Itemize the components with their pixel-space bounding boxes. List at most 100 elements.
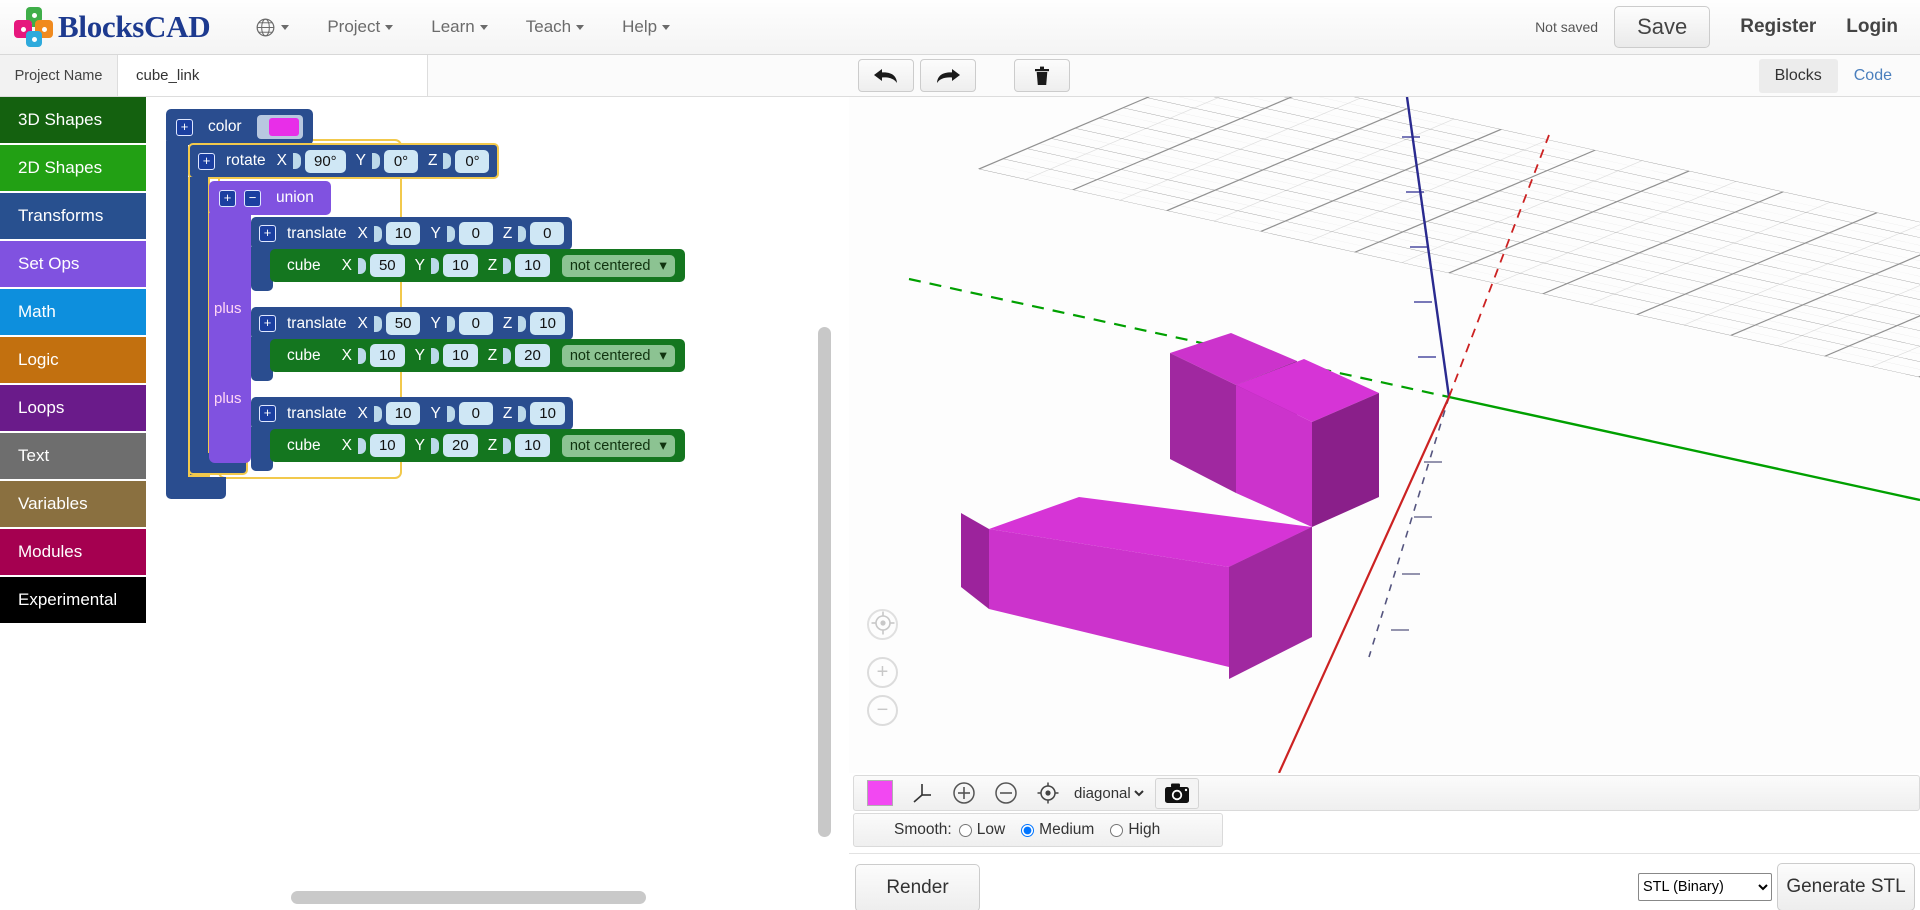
cube-3-centered-dropdown[interactable]: not centered ▾ <box>561 434 675 457</box>
sidebar-item-modules[interactable]: Modules <box>0 529 146 577</box>
workspace-horizontal-scrollbar[interactable] <box>291 891 646 904</box>
expand-plus-button[interactable]: + <box>259 315 276 332</box>
block-rotate[interactable]: + rotate X 90° Y 0° Z 0° <box>188 143 500 179</box>
block-cube-2[interactable]: cube X 10 Y 10 Z 20 not centered ▾ <box>270 339 685 372</box>
translate-3-z-field[interactable]: 10 <box>530 402 565 425</box>
smooth-option-medium[interactable]: Medium <box>1021 821 1094 839</box>
zoom-in-button[interactable]: + <box>867 657 898 688</box>
blockly-workspace[interactable]: + color + rotate X 90° Y 0° Z 0° + − uni… <box>146 97 849 910</box>
zoom-in-icon <box>953 782 975 804</box>
redo-arrow-icon <box>937 68 960 83</box>
cube-1-y-field[interactable]: 10 <box>443 254 478 277</box>
recenter-button[interactable] <box>867 609 898 640</box>
brand-logo[interactable]: BlocksCAD <box>0 7 211 47</box>
block-union-body <box>209 213 251 463</box>
zoom-out-toolbar-button[interactable] <box>986 778 1026 809</box>
sidebar-item-variables[interactable]: Variables <box>0 481 146 529</box>
undo-button[interactable] <box>858 59 914 92</box>
block-translate-3[interactable]: + translate X 10 Y 0 Z 10 <box>251 397 573 430</box>
login-link[interactable]: Login <box>1846 16 1898 38</box>
expand-plus-button[interactable]: + <box>259 405 276 422</box>
toggle-axes-button[interactable] <box>902 778 942 809</box>
redo-button[interactable] <box>920 59 976 92</box>
zoom-out-button[interactable]: − <box>867 695 898 726</box>
smooth-radio-low[interactable] <box>958 823 972 837</box>
block-cube-1[interactable]: cube X 50 Y 10 Z 10 not centered ▾ <box>270 249 685 282</box>
nav-item-teach[interactable]: Teach <box>507 0 603 54</box>
save-button[interactable]: Save <box>1614 6 1711 48</box>
value-socket <box>503 347 512 364</box>
expand-plus-button[interactable]: + <box>176 118 193 136</box>
nav-item-project[interactable]: Project <box>308 0 412 54</box>
object-color-button[interactable] <box>860 778 900 809</box>
expand-plus-button[interactable]: + <box>259 225 276 242</box>
export-format-select[interactable]: STL (Binary)STL (ASCII)OBJAMFX3D <box>1638 873 1772 901</box>
view-angle-select[interactable]: diagonalfrontbackleftrighttopbottom <box>1070 783 1147 803</box>
camera-snapshot-icon <box>1165 783 1189 803</box>
render-button[interactable]: Render <box>855 864 980 910</box>
sidebar-item-2d-shapes[interactable]: 2D Shapes <box>0 145 146 193</box>
block-translate-1[interactable]: + translate X 10 Y 0 Z 0 <box>251 217 573 250</box>
chevron-down-icon <box>576 24 585 30</box>
translate-1-z-field[interactable]: 0 <box>530 222 565 245</box>
translate-1-x-field[interactable]: 10 <box>385 222 421 245</box>
sidebar-item-set-ops[interactable]: Set Ops <box>0 241 146 289</box>
sidebar-item-math[interactable]: Math <box>0 289 146 337</box>
sidebar-item-experimental[interactable]: Experimental <box>0 577 146 625</box>
expand-plus-button[interactable]: + <box>219 189 236 207</box>
sidebar-item-logic[interactable]: Logic <box>0 337 146 385</box>
main-nav: Project Learn Teach Help <box>236 0 689 54</box>
zoom-in-toolbar-button[interactable] <box>944 778 984 809</box>
translate-3-x-field[interactable]: 10 <box>385 402 421 425</box>
snapshot-button[interactable] <box>1155 777 1199 809</box>
cube-3-y-field[interactable]: 20 <box>443 434 478 457</box>
cube-3-x-field[interactable]: 10 <box>369 434 405 457</box>
smooth-radio-medium[interactable] <box>1021 823 1035 837</box>
sidebar-item-loops[interactable]: Loops <box>0 385 146 433</box>
tab-code[interactable]: Code <box>1838 59 1908 93</box>
translate-2-x-field[interactable]: 50 <box>385 312 421 335</box>
register-link[interactable]: Register <box>1740 16 1816 38</box>
block-label: translate <box>287 224 347 242</box>
sidebar-item-transforms[interactable]: Transforms <box>0 193 146 241</box>
collapse-minus-button[interactable]: − <box>244 189 261 207</box>
translate-3-y-field[interactable]: 0 <box>458 402 493 425</box>
delete-button[interactable] <box>1014 59 1070 92</box>
sidebar-item-3d-shapes[interactable]: 3D Shapes <box>0 97 146 145</box>
center-view-button[interactable] <box>1028 778 1068 809</box>
language-globe-menu[interactable] <box>236 0 308 54</box>
cube-2-z-field[interactable]: 20 <box>515 344 550 367</box>
webgl-canvas[interactable]: + − <box>849 97 1920 773</box>
smooth-radio-high[interactable] <box>1110 823 1124 837</box>
cube-2-y-field[interactable]: 10 <box>443 344 478 367</box>
block-color[interactable]: + color <box>166 109 313 145</box>
rotate-x-field[interactable]: 90° <box>304 149 346 173</box>
nav-item-learn[interactable]: Learn <box>412 0 506 54</box>
cube-2-x-field[interactable]: 10 <box>369 344 405 367</box>
sidebar-item-label: Variables <box>18 494 88 513</box>
translate-2-y-field[interactable]: 0 <box>458 312 493 335</box>
cube-3-z-field[interactable]: 10 <box>515 434 550 457</box>
workspace-vertical-scrollbar[interactable] <box>818 327 831 837</box>
cube-2-centered-dropdown[interactable]: not centered ▾ <box>561 344 675 367</box>
smooth-option-high[interactable]: High <box>1110 821 1160 839</box>
block-translate-2[interactable]: + translate X 50 Y 0 Z 10 <box>251 307 573 340</box>
value-socket <box>431 347 439 364</box>
cube-1-z-field[interactable]: 10 <box>515 254 550 277</box>
tab-blocks[interactable]: Blocks <box>1758 58 1838 93</box>
rotate-y-field[interactable]: 0° <box>384 149 419 173</box>
expand-plus-button[interactable]: + <box>198 152 215 170</box>
nav-item-help[interactable]: Help <box>603 0 689 54</box>
color-swatch-field[interactable] <box>256 115 303 139</box>
block-cube-3[interactable]: cube X 10 Y 20 Z 10 not centered ▾ <box>270 429 685 462</box>
project-name-input[interactable] <box>118 55 428 96</box>
rotate-z-field[interactable]: 0° <box>455 149 490 173</box>
block-union[interactable]: + − union <box>209 181 331 215</box>
generate-stl-button[interactable]: Generate STL <box>1777 863 1915 910</box>
translate-2-z-field[interactable]: 10 <box>530 312 565 335</box>
cube-1-x-field[interactable]: 50 <box>369 254 405 277</box>
cube-1-centered-dropdown[interactable]: not centered ▾ <box>561 254 675 277</box>
translate-1-y-field[interactable]: 0 <box>458 222 493 245</box>
smooth-option-low[interactable]: Low <box>958 821 1005 839</box>
sidebar-item-text[interactable]: Text <box>0 433 146 481</box>
